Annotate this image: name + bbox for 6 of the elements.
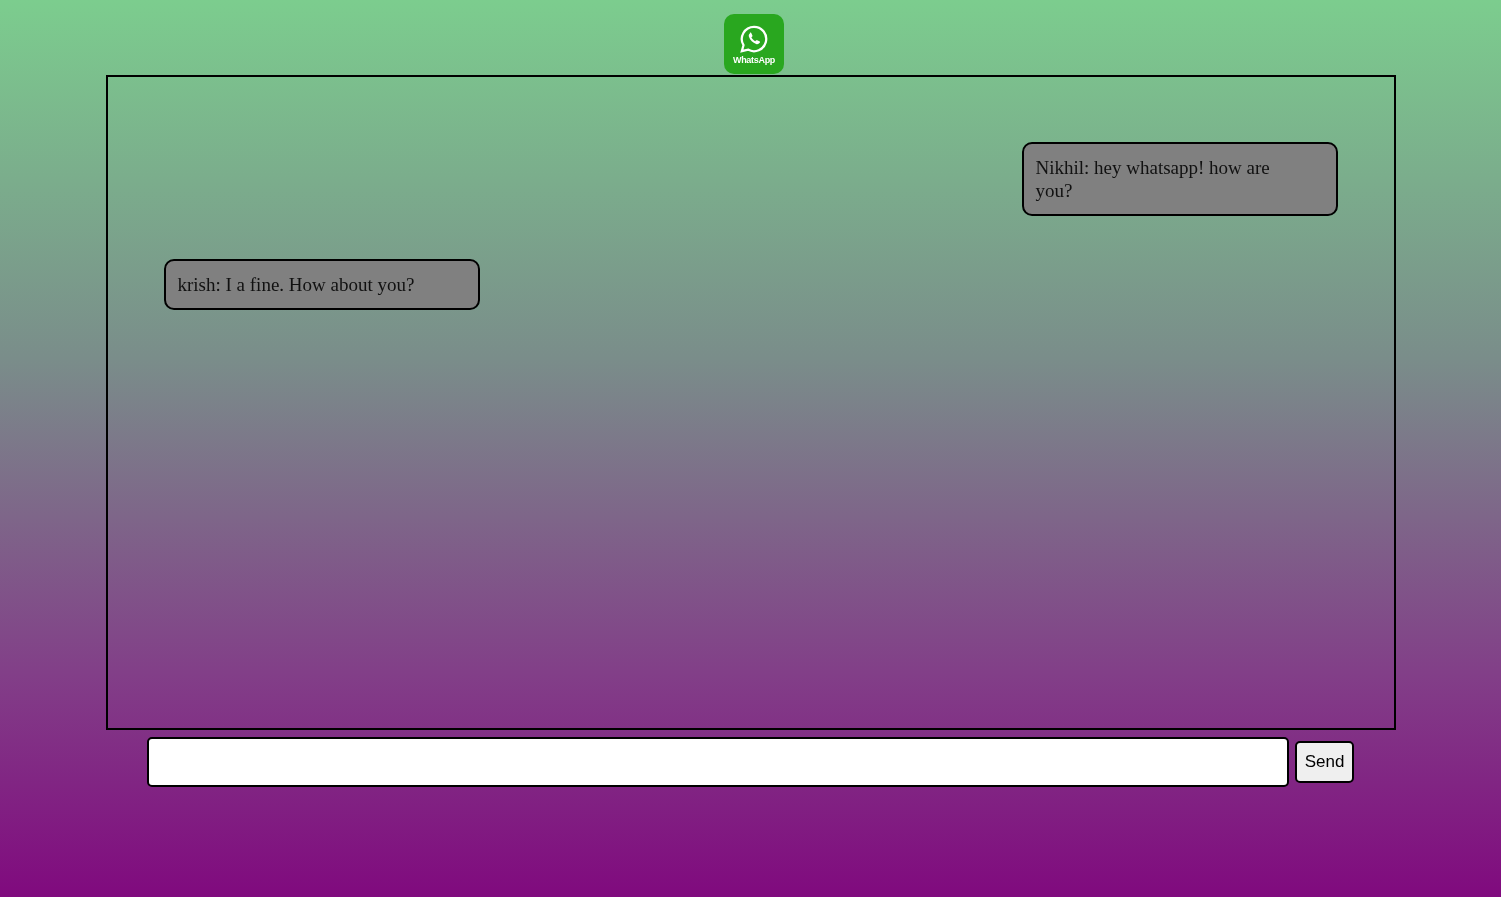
- message-bubble: krish: I a fine. How about you?: [163, 259, 480, 310]
- message-bubble: Nikhil: hey whatsapp! how are you?: [1021, 142, 1338, 216]
- send-button[interactable]: Send: [1294, 741, 1355, 783]
- chat-phone-icon: [739, 23, 769, 54]
- logo-wordmark: WhatsApp: [732, 54, 776, 65]
- message-input-field[interactable]: [146, 737, 1289, 787]
